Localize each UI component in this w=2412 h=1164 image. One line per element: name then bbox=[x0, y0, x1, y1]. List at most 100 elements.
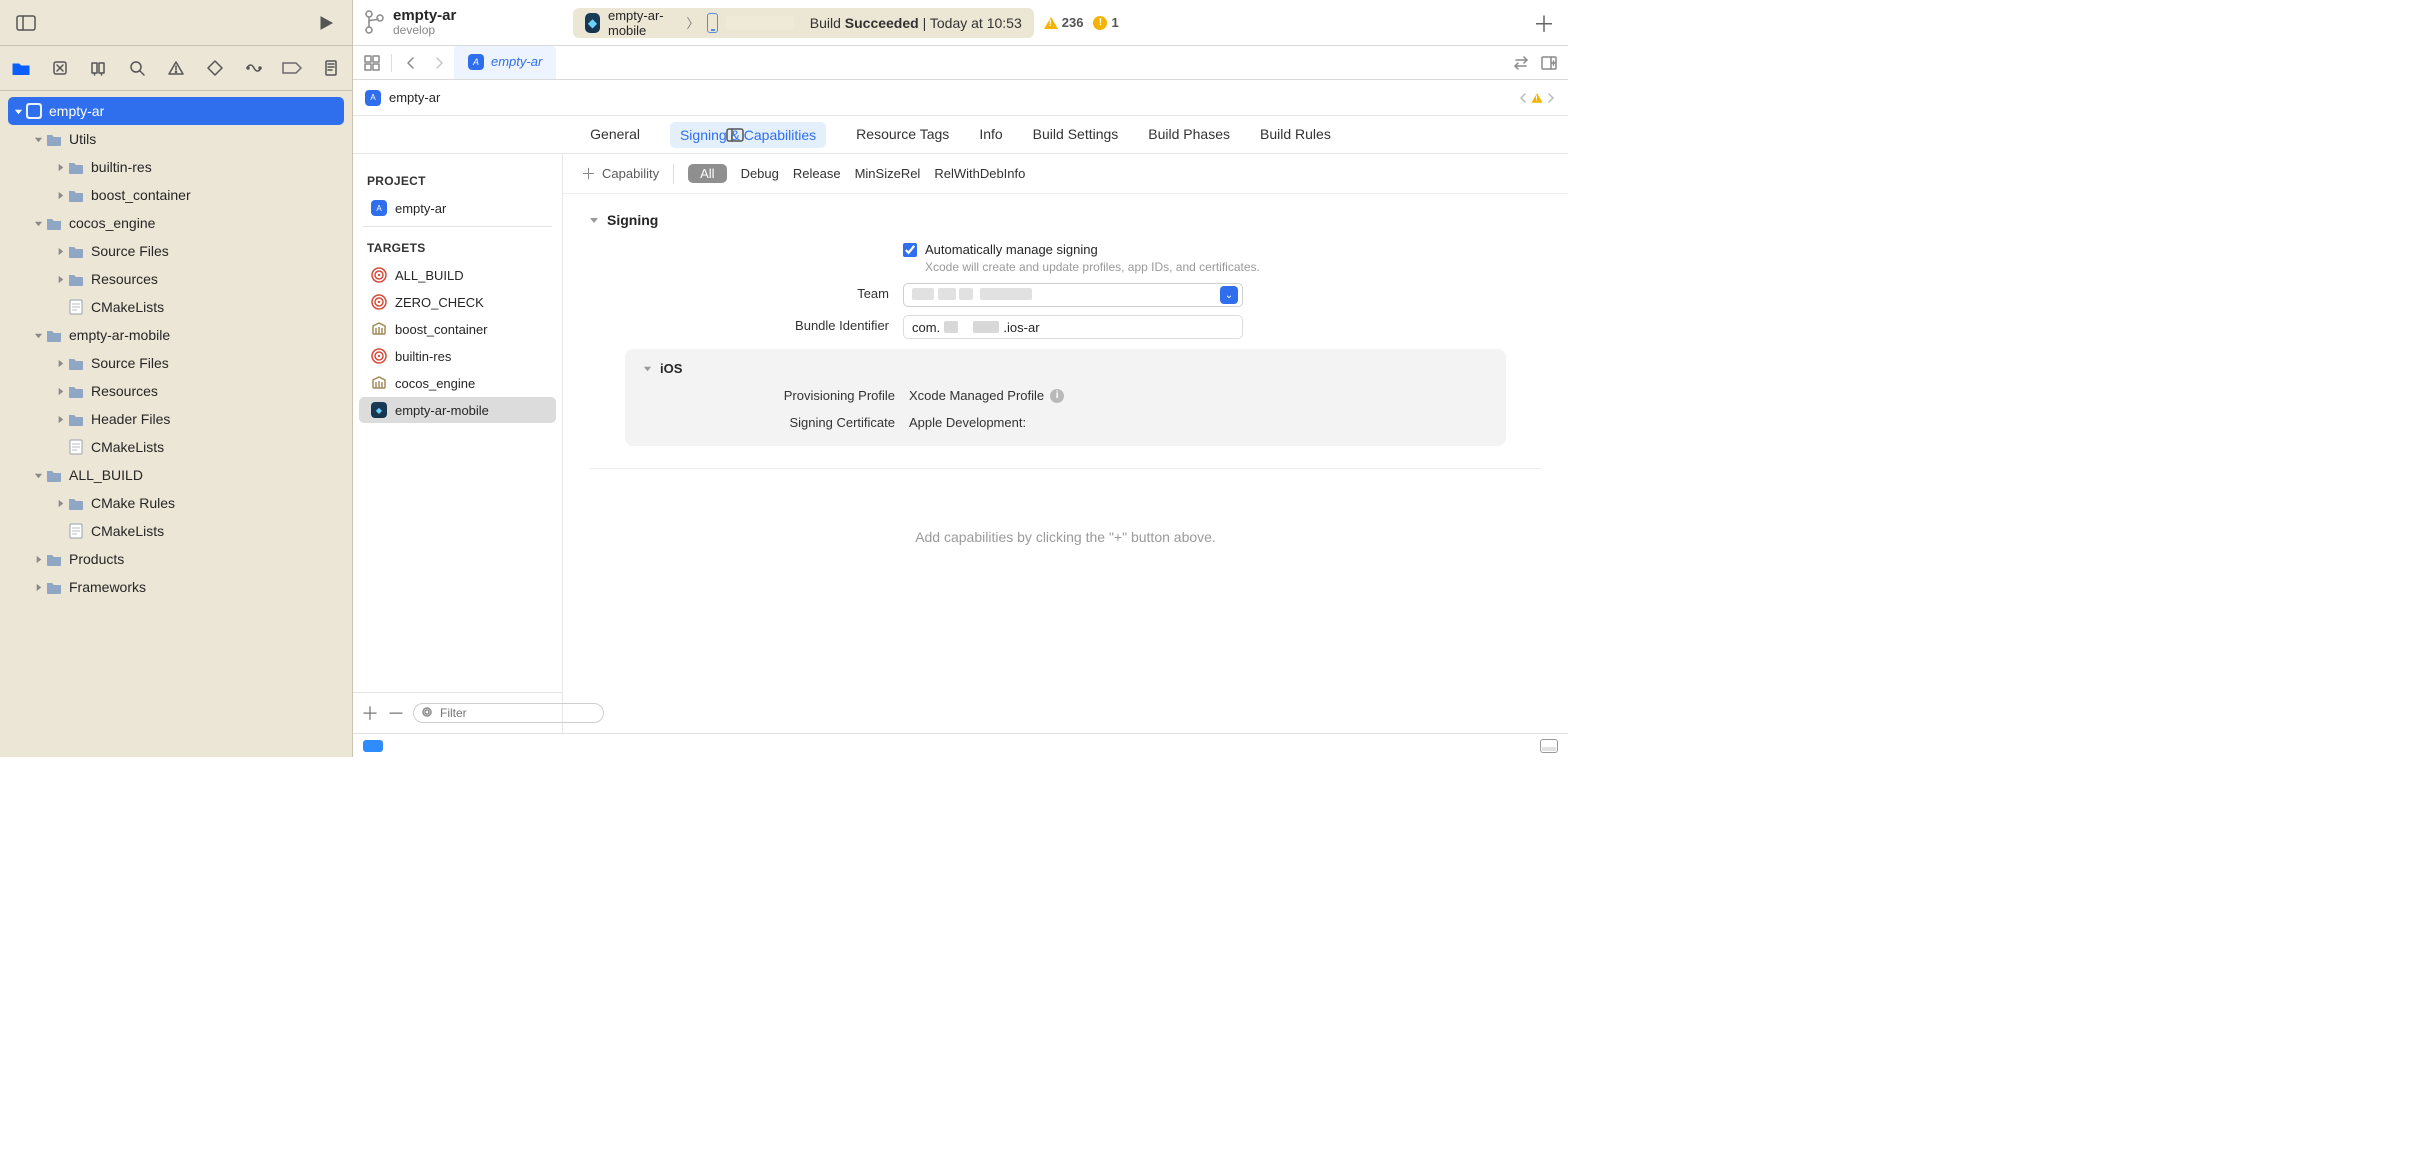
add-editor-icon[interactable] bbox=[1536, 50, 1562, 76]
chevron-right-icon[interactable] bbox=[54, 497, 66, 509]
tree-item[interactable]: Utils bbox=[8, 125, 344, 153]
errors-badge[interactable]: ! 1 bbox=[1093, 15, 1118, 30]
settings-tab-general[interactable]: General bbox=[590, 122, 640, 148]
find-navigator-icon[interactable] bbox=[126, 54, 148, 82]
add-target-button[interactable]: ＋ bbox=[361, 699, 379, 727]
tree-item[interactable]: CMakeLists bbox=[8, 517, 344, 545]
chevron-right-icon[interactable] bbox=[32, 553, 44, 565]
branch-name: develop bbox=[393, 24, 456, 38]
chevron-right-icon[interactable] bbox=[54, 357, 66, 369]
tree-item[interactable]: builtin-res bbox=[8, 153, 344, 181]
issue-navigator-icon[interactable] bbox=[165, 54, 187, 82]
settings-tab-build-rules[interactable]: Build Rules bbox=[1260, 122, 1331, 148]
chevron-down-icon[interactable] bbox=[32, 329, 44, 341]
chevron-down-icon[interactable] bbox=[589, 212, 599, 228]
filter-tag-icon[interactable] bbox=[363, 740, 383, 752]
chevron-down-icon[interactable] bbox=[12, 105, 24, 117]
app-icon: A bbox=[371, 200, 387, 216]
tree-item[interactable]: Source Files bbox=[8, 349, 344, 377]
jump-bar-nav[interactable] bbox=[1518, 92, 1556, 104]
chevron-right-icon[interactable] bbox=[54, 189, 66, 201]
tree-root[interactable]: empty-ar bbox=[8, 97, 344, 125]
tree-item[interactable]: cocos_engine bbox=[8, 209, 344, 237]
tree-item[interactable]: Resources bbox=[8, 377, 344, 405]
config-release[interactable]: Release bbox=[793, 166, 841, 181]
symbol-navigator-icon[interactable] bbox=[88, 54, 110, 82]
target-item[interactable]: builtin-res bbox=[359, 343, 556, 369]
warnings-badge[interactable]: 236 bbox=[1044, 15, 1084, 30]
auto-manage-checkbox[interactable] bbox=[903, 243, 917, 257]
chevron-down-icon[interactable] bbox=[32, 133, 44, 145]
project-tree[interactable]: empty-ar Utilsbuiltin-resboost_container… bbox=[0, 91, 352, 757]
breakpoint-navigator-icon[interactable] bbox=[281, 54, 303, 82]
swap-editor-icon[interactable] bbox=[1508, 50, 1534, 76]
target-item[interactable]: ◆empty-ar-mobile bbox=[359, 397, 556, 423]
report-navigator-icon[interactable] bbox=[320, 54, 342, 82]
chevron-right-icon[interactable] bbox=[54, 413, 66, 425]
breadcrumb-title[interactable]: empty-ar bbox=[389, 90, 440, 105]
bundle-id-field[interactable]: com. .ios-ar bbox=[903, 315, 1243, 339]
target-item[interactable]: cocos_engine bbox=[359, 370, 556, 396]
tree-item[interactable]: Frameworks bbox=[8, 573, 344, 601]
add-button[interactable]: ＋ bbox=[1530, 9, 1558, 37]
related-items-icon[interactable] bbox=[359, 50, 385, 76]
config-debug[interactable]: Debug bbox=[741, 166, 779, 181]
folder-icon bbox=[67, 354, 85, 372]
remove-target-button[interactable]: － bbox=[387, 699, 405, 727]
project-navigator-icon[interactable] bbox=[10, 54, 32, 82]
chevron-right-icon[interactable] bbox=[32, 581, 44, 593]
team-select[interactable]: ⌄ bbox=[903, 283, 1243, 307]
chevron-down-icon[interactable] bbox=[32, 217, 44, 229]
folder-icon bbox=[67, 494, 85, 512]
chevron-right-icon[interactable] bbox=[54, 385, 66, 397]
tree-item[interactable]: empty-ar-mobile bbox=[8, 321, 344, 349]
window-toolbar-row1 bbox=[0, 0, 352, 46]
tree-item[interactable]: Resources bbox=[8, 265, 344, 293]
test-navigator-icon[interactable] bbox=[204, 54, 226, 82]
auto-manage-signing[interactable]: Automatically manage signing bbox=[903, 242, 1260, 257]
add-capability-button[interactable]: ＋ Capability bbox=[581, 163, 659, 184]
target-item[interactable]: ALL_BUILD bbox=[359, 262, 556, 288]
run-button[interactable] bbox=[312, 9, 340, 37]
config-all[interactable]: All bbox=[688, 164, 726, 183]
settings-tab-resource-tags[interactable]: Resource Tags bbox=[856, 122, 949, 148]
settings-tab-build-phases[interactable]: Build Phases bbox=[1148, 122, 1230, 148]
tree-item[interactable]: Header Files bbox=[8, 405, 344, 433]
tree-item[interactable]: Source Files bbox=[8, 237, 344, 265]
device-icon bbox=[707, 13, 718, 33]
chevron-right-icon[interactable] bbox=[54, 273, 66, 285]
plus-icon: ＋ bbox=[581, 163, 596, 184]
chevron-right-icon[interactable] bbox=[54, 161, 66, 173]
toggle-bottom-panel-icon[interactable] bbox=[1540, 739, 1558, 753]
config-minsizerel[interactable]: MinSizeRel bbox=[855, 166, 921, 181]
target-item[interactable]: ZERO_CHECK bbox=[359, 289, 556, 315]
tree-item[interactable]: CMakeLists bbox=[8, 433, 344, 461]
tree-item[interactable]: boost_container bbox=[8, 181, 344, 209]
file-icon bbox=[67, 298, 85, 316]
chevron-right-icon[interactable] bbox=[54, 245, 66, 257]
hide-targets-pane-icon[interactable] bbox=[721, 121, 749, 149]
tree-item[interactable]: ALL_BUILD bbox=[8, 461, 344, 489]
debug-navigator-icon[interactable] bbox=[243, 54, 265, 82]
project-item[interactable]: A empty-ar bbox=[359, 195, 556, 221]
settings-tab-info[interactable]: Info bbox=[979, 122, 1002, 148]
scheme-selector[interactable]: ◆ empty-ar-mobile 〉 Build Succeeded | To… bbox=[573, 8, 1034, 38]
back-button[interactable] bbox=[398, 50, 424, 76]
editor-tab[interactable]: A empty-ar bbox=[454, 46, 556, 79]
branch-indicator[interactable]: empty-ar develop bbox=[363, 7, 563, 38]
target-item[interactable]: boost_container bbox=[359, 316, 556, 342]
settings-tab-build-settings[interactable]: Build Settings bbox=[1033, 122, 1119, 148]
info-icon[interactable]: i bbox=[1050, 389, 1064, 403]
tree-item[interactable]: CMake Rules bbox=[8, 489, 344, 517]
source-control-navigator-icon[interactable] bbox=[49, 54, 71, 82]
config-relwithdebinfo[interactable]: RelWithDebInfo bbox=[934, 166, 1025, 181]
chevron-down-icon[interactable] bbox=[32, 469, 44, 481]
app-icon: A bbox=[365, 90, 381, 106]
tree-item-label: Source Files bbox=[91, 243, 169, 259]
forward-button[interactable] bbox=[426, 50, 452, 76]
tree-item[interactable]: CMakeLists bbox=[8, 293, 344, 321]
chevron-down-icon[interactable] bbox=[643, 361, 652, 376]
tree-item[interactable]: Products bbox=[8, 545, 344, 573]
sidebar-toggle-icon[interactable] bbox=[12, 9, 40, 37]
project-section-label: PROJECT bbox=[353, 164, 562, 194]
